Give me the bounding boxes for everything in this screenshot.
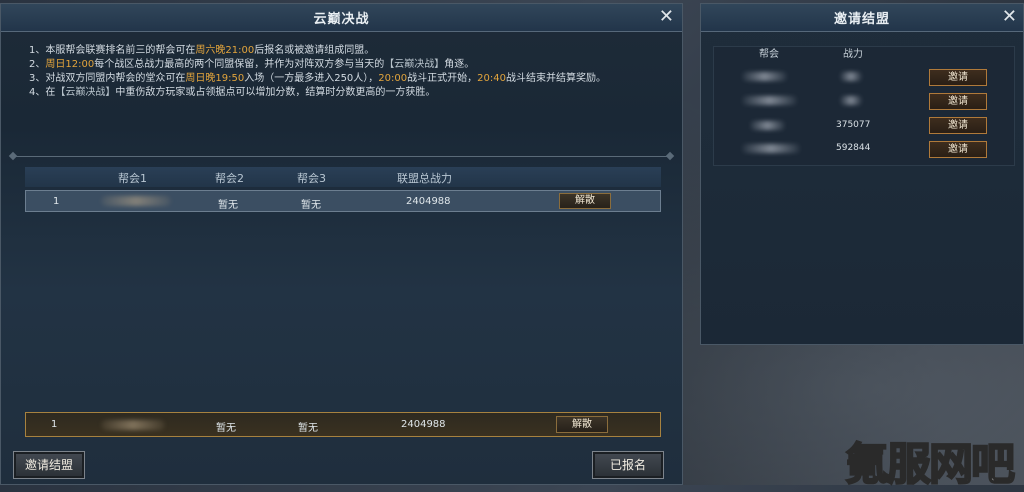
rule-text: 入场（一方最多进入250人），: [244, 73, 379, 84]
rule-text: 每个战区总战力最高的两个同盟保留，并作为对阵双方参与当天的: [94, 59, 385, 70]
rule-time-highlight: 20:00: [378, 73, 408, 84]
close-icon[interactable]: ✕: [1002, 8, 1017, 26]
guild-power: 592844: [836, 143, 871, 153]
invite-button[interactable]: 邀请: [929, 117, 987, 134]
header-total-power: 联盟总战力: [397, 172, 452, 185]
rule-text: 2、: [29, 59, 46, 70]
rule-text: 战斗正式开始，: [407, 73, 478, 84]
divider: [13, 156, 670, 157]
guild-name-blurred: [742, 96, 797, 105]
rule-text: 战斗结束并结算奖励。: [505, 73, 606, 84]
rule-line: 1、本服帮会联赛排名前三的帮会可在周六晚21:00后报名或被邀请组成同盟。: [29, 44, 606, 58]
rule-text: 后报名或被邀请组成同盟。: [254, 45, 375, 56]
side-title: 邀请结盟: [833, 12, 890, 27]
row-guild3: 暂无: [298, 423, 318, 434]
side-title-bar: 邀请结盟: [701, 4, 1023, 32]
power-blurred: [840, 72, 862, 81]
row-total-power: 2404988: [406, 196, 451, 207]
header-guild3: 帮会3: [297, 172, 326, 185]
own-alliance-row: 1 暂无 暂无 2404988 解散: [25, 412, 661, 437]
close-icon[interactable]: ✕: [659, 8, 674, 26]
guild-power: 375077: [836, 120, 871, 130]
disband-button[interactable]: 解散: [559, 193, 611, 209]
site-watermark: 氪服网吧: [844, 438, 1016, 491]
rule-line: 4、在【云巅决战】中重伤敌方玩家或占领据点可以增加分数，结算时分数更高的一方获胜…: [29, 86, 606, 100]
header-guild2: 帮会2: [215, 172, 244, 185]
row-rank: 1: [51, 419, 58, 430]
rule-time-highlight: 周日晚19:50: [185, 73, 245, 84]
rule-text: 中重伤敌方玩家或占领据点可以增加分数，结算时分数更高的一方获胜。: [115, 87, 436, 98]
rule-text: 4、在: [29, 87, 56, 98]
rule-time-highlight: 周日12:00: [45, 59, 95, 70]
rule-text: 1、本服帮会联赛排名前三的帮会可在: [29, 45, 196, 56]
invite-alliance-button[interactable]: 邀请结盟: [13, 451, 85, 479]
row-total-power: 2404988: [401, 419, 446, 430]
rule-time-highlight: 20:40: [477, 73, 506, 84]
invite-button[interactable]: 邀请: [929, 93, 987, 110]
guild1-name-blurred: [101, 420, 165, 430]
alliance-table-header: 帮会1 帮会2 帮会3 联盟总战力: [25, 167, 661, 187]
rule-line: 2、周日12:00每个战区总战力最高的两个同盟保留，并作为对阵双方参与当天的【云…: [29, 58, 606, 72]
rule-text: 角逐。: [444, 59, 475, 70]
panel-title-bar: 云巅决战: [1, 4, 682, 32]
side-header-power: 战力: [843, 49, 863, 60]
rule-text: 【云巅决战】: [384, 59, 445, 70]
rule-time-highlight: 周六晚21:00: [195, 45, 255, 56]
panel-title: 云巅决战: [313, 12, 370, 27]
disband-button[interactable]: 解散: [556, 416, 608, 433]
guild-name-blurred: [750, 121, 785, 130]
yundian-battle-panel: 云巅决战 ✕ 1、本服帮会联赛排名前三的帮会可在周六晚21:00后报名或被邀请组…: [0, 3, 683, 485]
guild-name-blurred: [742, 144, 800, 153]
header-guild1: 帮会1: [118, 172, 147, 185]
invite-button[interactable]: 邀请: [929, 69, 987, 86]
row-rank: 1: [53, 196, 60, 207]
rules-list: 1、本服帮会联赛排名前三的帮会可在周六晚21:00后报名或被邀请组成同盟。 2、周…: [29, 44, 606, 100]
row-guild3: 暂无: [301, 200, 321, 211]
row-guild2: 暂无: [216, 423, 236, 434]
rule-line: 3、对战双方同盟内帮会的堂众可在周日晚19:50入场（一方最多进入250人），2…: [29, 72, 606, 86]
side-header-guild: 帮会: [759, 49, 779, 60]
alliance-row: 1 暂无 暂无 2404988 解散: [25, 190, 661, 212]
guild1-name-blurred: [101, 196, 171, 206]
rule-text: 【云巅决战】: [55, 87, 116, 98]
row-guild2: 暂无: [218, 200, 238, 211]
guild-name-blurred: [742, 72, 787, 81]
invite-button[interactable]: 邀请: [929, 141, 987, 158]
power-blurred: [840, 96, 862, 105]
rule-text: 3、对战双方同盟内帮会的堂众可在: [29, 73, 186, 84]
registered-button[interactable]: 已报名: [592, 451, 664, 479]
